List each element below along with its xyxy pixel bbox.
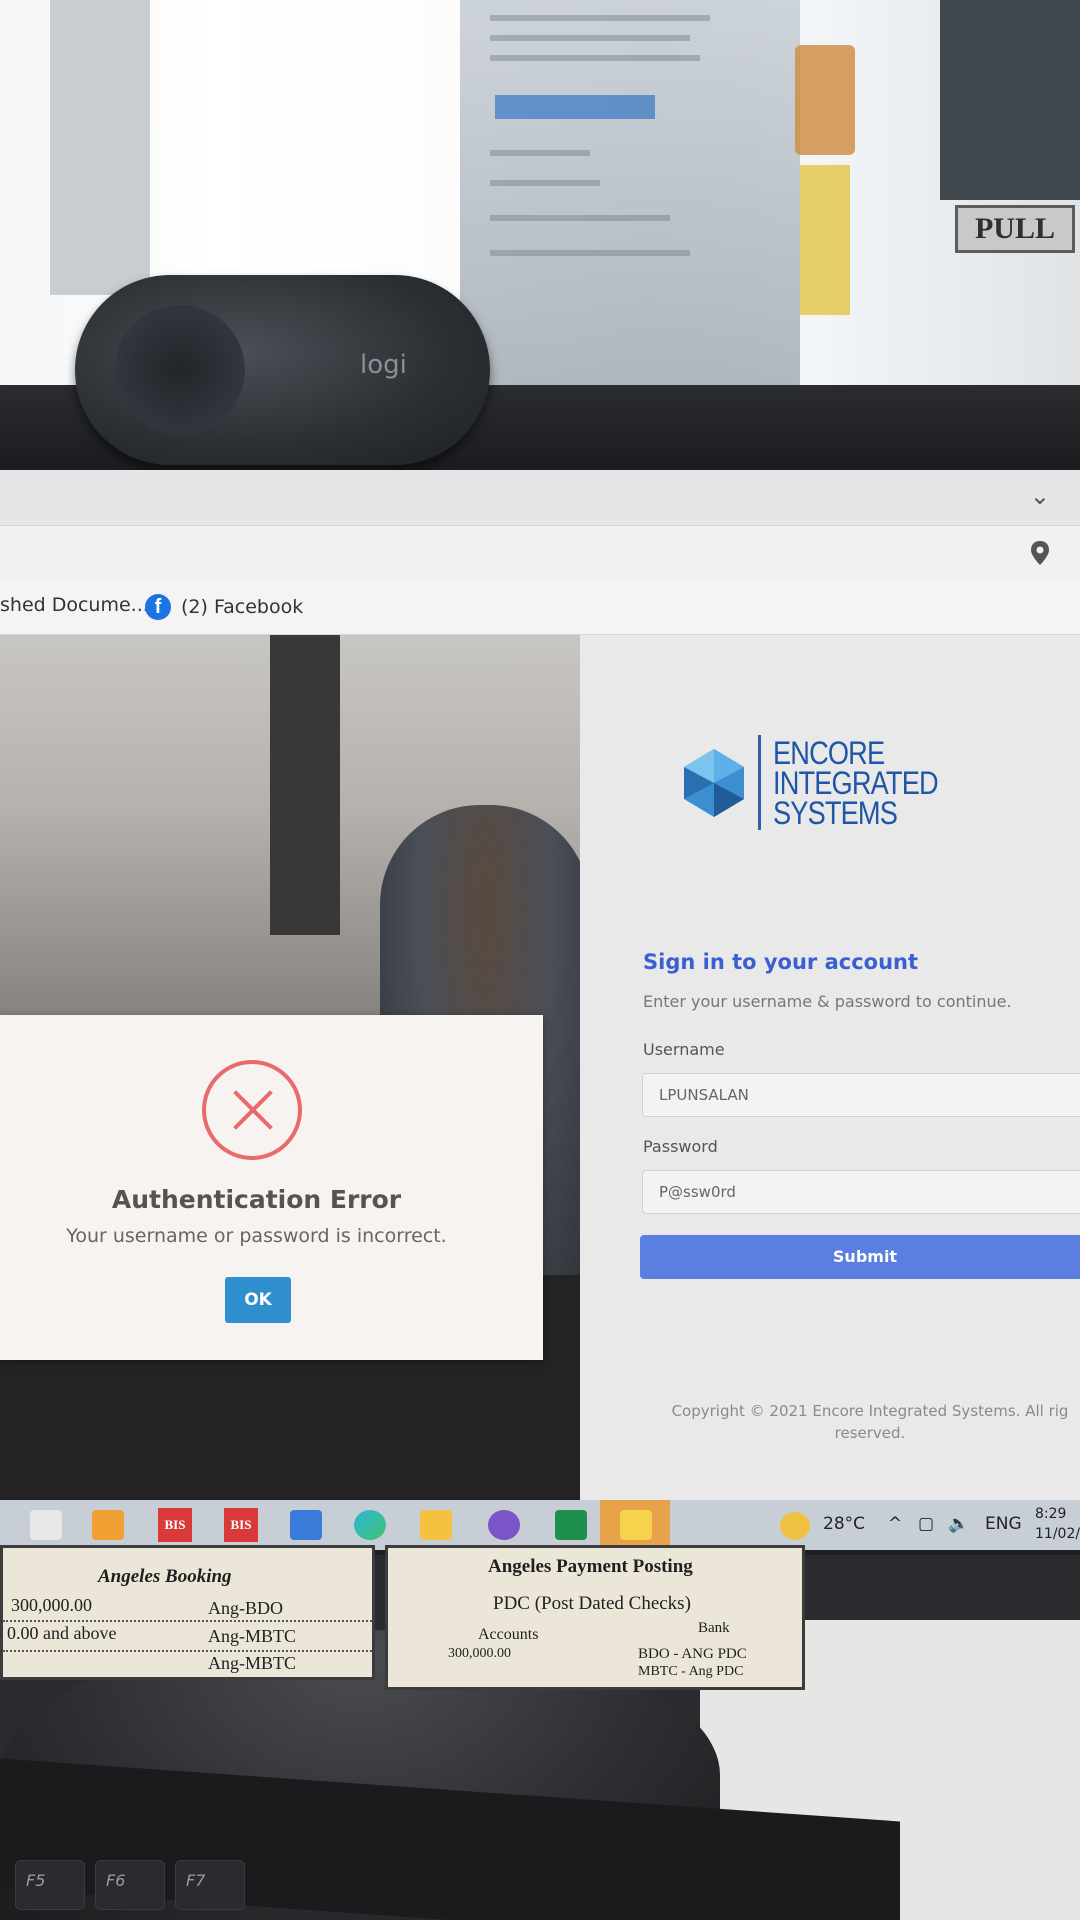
network-icon[interactable]: ▢ xyxy=(918,1514,934,1534)
key-f7: F7 xyxy=(175,1860,245,1910)
bookmark-published-documents[interactable]: shed Docume... xyxy=(0,594,149,616)
password-input[interactable]: P@ssw0rd xyxy=(642,1170,1080,1214)
bis-app-icon[interactable]: BIS xyxy=(158,1508,192,1542)
temperature: 28°C xyxy=(823,1514,866,1534)
username-input[interactable]: LPUNSALAN xyxy=(642,1073,1080,1117)
label-amount: 0.00 and above xyxy=(7,1623,117,1643)
label-amount: 300,000.00 xyxy=(448,1646,511,1661)
label-bank: Ang-MBTC xyxy=(208,1626,297,1646)
error-x-icon xyxy=(202,1060,302,1160)
excel-icon[interactable] xyxy=(555,1510,587,1540)
copyright-line: reserved. xyxy=(834,1424,906,1442)
label-title: Angeles Payment Posting xyxy=(488,1556,693,1577)
file-explorer-icon[interactable] xyxy=(420,1510,452,1540)
sticky-notes-icon xyxy=(620,1510,652,1540)
book-icon[interactable] xyxy=(290,1510,322,1540)
bookmark-label: (2) Facebook xyxy=(181,596,304,618)
volume-icon[interactable]: 🔈 xyxy=(948,1514,969,1534)
chevron-down-icon[interactable]: ⌄ xyxy=(1030,482,1050,510)
copyright-line: Copyright © 2021 Encore Integrated Syste… xyxy=(671,1402,1069,1420)
facebook-icon: f xyxy=(145,594,171,620)
viber-icon[interactable] xyxy=(488,1510,520,1540)
label-amount: 300,000.00 xyxy=(11,1595,92,1615)
signin-panel: ENCORE INTEGRATED SYSTEMS Sign in to you… xyxy=(580,635,1080,1500)
signin-title: Sign in to your account xyxy=(643,950,919,974)
label-bank: BDO - ANG PDC xyxy=(638,1646,747,1662)
label-bank: Ang-BDO xyxy=(208,1598,283,1618)
webcam-lens xyxy=(115,305,245,435)
active-app-tile[interactable] xyxy=(600,1500,670,1550)
windows-taskbar: BIS BIS 28°C ^ ▢ 🔈 ENG 8:29 11/02/ xyxy=(0,1500,1080,1550)
angeles-booking-label: Angeles Booking 300,000.00 Ang-BDO 0.00 … xyxy=(0,1545,375,1680)
label-title: Angeles Booking xyxy=(98,1566,232,1587)
clock-date: 11/02/ xyxy=(1035,1526,1080,1542)
label-column-bank: Bank xyxy=(698,1620,730,1636)
label-subtitle: PDC (Post Dated Checks) xyxy=(493,1593,691,1614)
tray-chevron-icon[interactable]: ^ xyxy=(888,1514,902,1534)
copyright-notice: Copyright © 2021 Encore Integrated Syste… xyxy=(650,1400,1080,1444)
browser-tab-bar: ⌄ xyxy=(0,470,1080,525)
company-logo: ENCORE INTEGRATED SYSTEMS xyxy=(680,735,967,830)
bookmarks-bar: shed Docume... f (2) Facebook xyxy=(0,580,1080,635)
edge-browser-icon[interactable] xyxy=(354,1510,386,1540)
monitor-screen: ⌄ shed Docume... f (2) Facebook ENCORE I… xyxy=(0,470,1080,1550)
bis-app-icon[interactable]: BIS xyxy=(224,1508,258,1542)
location-pin-icon[interactable] xyxy=(1030,540,1050,566)
bookmark-facebook[interactable]: f (2) Facebook xyxy=(145,594,303,620)
logo-line: ENCORE xyxy=(773,734,885,771)
bookmark-label: shed Docume... xyxy=(0,594,149,616)
logo-divider xyxy=(758,735,761,830)
label-column-accounts: Accounts xyxy=(478,1626,539,1643)
webcam: logi xyxy=(75,275,490,465)
username-label: Username xyxy=(643,1040,725,1059)
background-sticker xyxy=(800,165,850,315)
key-f5: F5 xyxy=(15,1860,85,1910)
key-f6: F6 xyxy=(95,1860,165,1910)
angeles-payment-posting-label: Angeles Payment Posting PDC (Post Dated … xyxy=(385,1545,805,1690)
dialog-message: Your username or password is incorrect. xyxy=(66,1225,447,1247)
logo-line: SYSTEMS xyxy=(773,794,898,831)
login-page: ENCORE INTEGRATED SYSTEMS Sign in to you… xyxy=(0,635,1080,1500)
submit-button[interactable]: Submit xyxy=(640,1235,1080,1279)
background-badge xyxy=(795,45,855,155)
authentication-error-dialog: Authentication Error Your username or pa… xyxy=(0,1015,543,1360)
file-icon[interactable] xyxy=(30,1510,62,1540)
signin-subtitle: Enter your username & password to contin… xyxy=(643,992,1012,1011)
window-frame xyxy=(50,0,150,295)
label-bank: MBTC - Ang PDC xyxy=(638,1664,744,1679)
weather-icon[interactable] xyxy=(780,1512,810,1540)
browser-address-bar[interactable] xyxy=(0,525,1080,580)
dialog-title: Authentication Error xyxy=(111,1185,402,1214)
password-label: Password xyxy=(643,1137,718,1156)
app-icon[interactable] xyxy=(92,1510,124,1540)
background-poster xyxy=(460,0,800,385)
clock-time: 8:29 xyxy=(1035,1506,1067,1522)
logo-line: INTEGRATED xyxy=(773,764,939,801)
clock[interactable]: 8:29 11/02/ xyxy=(1035,1504,1080,1544)
background-door xyxy=(940,0,1080,200)
photo-scene: PULL logi ⌄ shed Docume... f (2) Faceboo… xyxy=(0,0,1080,1920)
logo-text: ENCORE INTEGRATED SYSTEMS xyxy=(773,734,939,831)
pull-sign: PULL xyxy=(955,205,1075,253)
diamond-logo-icon xyxy=(684,748,744,817)
label-bank: Ang-MBTC xyxy=(208,1653,297,1673)
language-indicator[interactable]: ENG xyxy=(985,1514,1022,1534)
webcam-logo: logi xyxy=(360,350,407,380)
ok-button[interactable]: OK xyxy=(225,1277,291,1323)
